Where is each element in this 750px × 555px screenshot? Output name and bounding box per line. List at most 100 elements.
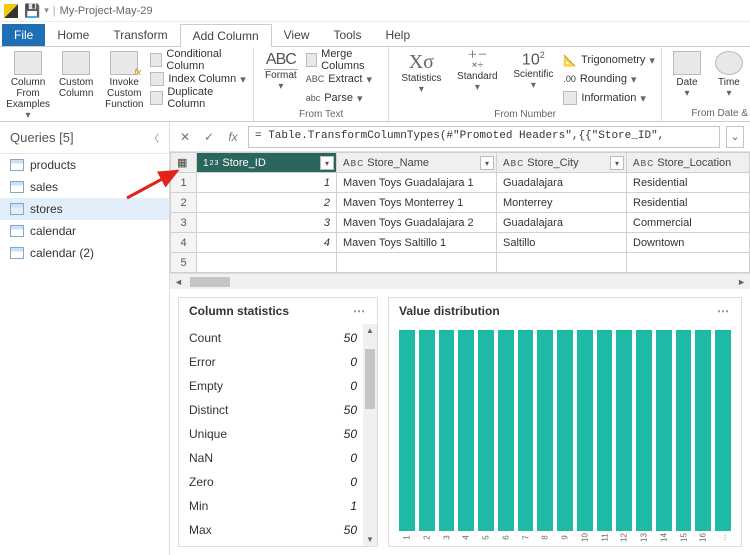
- horizontal-scrollbar[interactable]: [170, 273, 750, 289]
- panel-menu-button[interactable]: ⋯: [717, 304, 731, 318]
- cell[interactable]: Maven Toys Guadalajara 1: [337, 173, 497, 193]
- cell[interactable]: Maven Toys Guadalajara 2: [337, 213, 497, 233]
- column-filter-button[interactable]: ▾: [320, 156, 334, 170]
- trigonometry-button[interactable]: 📐Trigonometry ▾: [563, 51, 655, 69]
- duplicate-column-button[interactable]: Duplicate Column: [150, 89, 247, 107]
- ribbon-group-from-datetime-label: From Date & Time: [668, 106, 750, 119]
- dropdown-icon: ▾: [640, 92, 646, 105]
- formula-expand-button[interactable]: ⌄: [726, 126, 744, 148]
- panel-menu-button[interactable]: ⋯: [353, 304, 367, 318]
- stat-value: 50: [344, 331, 357, 345]
- cell[interactable]: Maven Toys Monterrey 1: [337, 193, 497, 213]
- queries-header[interactable]: Queries [5] 〈: [0, 122, 169, 154]
- tab-transform[interactable]: Transform: [101, 24, 179, 46]
- cell[interactable]: Guadalajara: [497, 213, 627, 233]
- rounding-button[interactable]: .00Rounding ▾: [563, 70, 655, 88]
- cell[interactable]: Monterrey: [497, 193, 627, 213]
- column-header-store-id[interactable]: 123Store_ID▾: [197, 153, 337, 173]
- cell[interactable]: 4: [197, 233, 337, 253]
- stat-label: Distinct: [189, 403, 228, 417]
- cell[interactable]: Residential: [627, 193, 750, 213]
- parse-button[interactable]: abcParse ▾: [306, 89, 383, 107]
- row-number[interactable]: 4: [171, 233, 197, 253]
- table-row[interactable]: 33Maven Toys Guadalajara 2GuadalajaraCom…: [171, 213, 750, 233]
- cell[interactable]: Downtown: [627, 233, 750, 253]
- formula-input[interactable]: = Table.TransformColumnTypes(#"Promoted …: [248, 126, 720, 148]
- row-number[interactable]: 1: [171, 173, 197, 193]
- chart-bar: [636, 330, 652, 531]
- cell[interactable]: 2: [197, 193, 337, 213]
- scientific-button[interactable]: 102 Scientific▾: [507, 51, 559, 91]
- ribbon-group-from-datetime: Date▾ Time▾ Duration From Date & Time: [662, 47, 750, 121]
- cell[interactable]: Residential: [627, 173, 750, 193]
- table-row[interactable]: 44Maven Toys Saltillo 1SaltilloDowntown: [171, 233, 750, 253]
- invoke-custom-function-icon: [110, 51, 138, 75]
- tab-home[interactable]: Home: [45, 24, 101, 46]
- queries-pane: Queries [5] 〈 productssalesstorescalenda…: [0, 122, 170, 555]
- chart-bar: [419, 330, 435, 531]
- stat-row: NaN0: [189, 446, 371, 470]
- information-button[interactable]: Information ▾: [563, 89, 655, 107]
- query-item-stores[interactable]: stores: [0, 198, 169, 220]
- query-item-calendar-2-[interactable]: calendar (2): [0, 242, 169, 264]
- table-row[interactable]: 22Maven Toys Monterrey 1MonterreyResiden…: [171, 193, 750, 213]
- invoke-custom-function-button[interactable]: Invoke Custom Function: [102, 51, 146, 110]
- column-header-store-city[interactable]: ABCStore_City▾: [497, 153, 627, 173]
- tab-view[interactable]: View: [272, 24, 322, 46]
- scrollbar-thumb[interactable]: [365, 349, 375, 409]
- row-number[interactable]: 3: [171, 213, 197, 233]
- fx-icon[interactable]: fx: [224, 128, 242, 146]
- scrollbar-thumb[interactable]: [190, 277, 230, 287]
- column-filter-button[interactable]: ▾: [480, 156, 494, 170]
- formula-cancel-button[interactable]: ✕: [176, 128, 194, 146]
- tab-add-column[interactable]: Add Column: [180, 24, 272, 47]
- query-item-calendar[interactable]: calendar: [0, 220, 169, 242]
- format-label: Format: [265, 70, 297, 81]
- row-number[interactable]: 2: [171, 193, 197, 213]
- column-filter-button[interactable]: ▾: [610, 156, 624, 170]
- cell[interactable]: Maven Toys Saltillo 1: [337, 233, 497, 253]
- query-item-sales[interactable]: sales: [0, 176, 169, 198]
- stat-row: Empty0: [189, 374, 371, 398]
- format-button[interactable]: ABC Format ▾: [260, 51, 302, 92]
- stat-value: 0: [350, 355, 357, 369]
- cell[interactable]: [497, 253, 627, 273]
- parse-icon: abc: [306, 93, 321, 103]
- row-number[interactable]: 5: [171, 253, 197, 273]
- tab-tools[interactable]: Tools: [321, 24, 373, 46]
- stat-label: Zero: [189, 475, 214, 489]
- extract-button[interactable]: ABCExtract ▾: [306, 70, 383, 88]
- column-header-store-location[interactable]: ABCStore_Location: [627, 153, 750, 173]
- cell[interactable]: Guadalajara: [497, 173, 627, 193]
- cell[interactable]: [627, 253, 750, 273]
- statistics-button[interactable]: Χσ Statistics▾: [395, 51, 447, 95]
- date-button[interactable]: Date▾: [668, 51, 706, 99]
- time-button[interactable]: Time▾: [710, 51, 748, 99]
- cell[interactable]: [197, 253, 337, 273]
- custom-column-button[interactable]: Custom Column: [54, 51, 98, 99]
- standard-button[interactable]: ＋－×÷ Standard▾: [451, 51, 503, 93]
- cell[interactable]: 1: [197, 173, 337, 193]
- cell[interactable]: Commercial: [627, 213, 750, 233]
- table-corner-button[interactable]: ▦: [171, 153, 197, 173]
- qat-dropdown-icon[interactable]: ▾: [44, 5, 49, 16]
- tab-file[interactable]: File: [2, 24, 45, 46]
- save-icon[interactable]: 💾: [24, 3, 40, 19]
- column-header-store-name[interactable]: ABCStore_Name▾: [337, 153, 497, 173]
- dropdown-icon: ▾: [631, 73, 637, 86]
- formula-accept-button[interactable]: ✓: [200, 128, 218, 146]
- cell[interactable]: 3: [197, 213, 337, 233]
- merge-columns-button[interactable]: Merge Columns: [306, 51, 383, 69]
- chevron-left-icon[interactable]: 〈: [149, 130, 159, 145]
- standard-label: Standard: [457, 71, 498, 82]
- dropdown-icon: ▾: [419, 84, 424, 95]
- table-row[interactable]: 11Maven Toys Guadalajara 1GuadalajaraRes…: [171, 173, 750, 193]
- cell[interactable]: [337, 253, 497, 273]
- query-item-products[interactable]: products: [0, 154, 169, 176]
- vertical-scrollbar[interactable]: [363, 324, 377, 546]
- conditional-column-button[interactable]: Conditional Column: [150, 51, 247, 69]
- table-row[interactable]: 5: [171, 253, 750, 273]
- column-from-examples-button[interactable]: Column From Examples ▾: [6, 51, 50, 121]
- cell[interactable]: Saltillo: [497, 233, 627, 253]
- tab-help[interactable]: Help: [373, 24, 422, 46]
